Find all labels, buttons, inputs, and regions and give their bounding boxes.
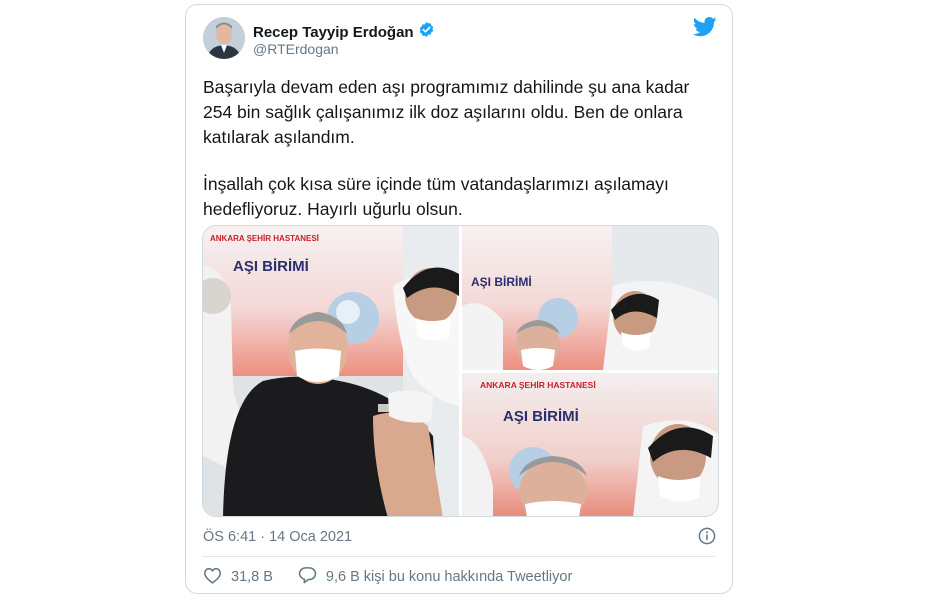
photo-3-sign-title: AŞI BİRİMİ (503, 408, 579, 425)
author-handle[interactable]: @RTErdogan (253, 41, 339, 57)
reply-text: 9,6 B kişi bu konu hakkında Tweetliyor (325, 569, 573, 585)
tweet-actions: 31,8 B 9,6 B kişi bu konu hakkında Tweet… (203, 566, 572, 588)
photo-1[interactable]: ANKARA ŞEHİR HASTANESİ AŞI BİRİMİ (203, 226, 459, 517)
photo-3-hospital-name: ANKARA ŞEHİR HASTANESİ (480, 380, 596, 390)
photo-3[interactable]: ANKARA ŞEHİR HASTANESİ AŞI BİRİMİ (462, 373, 719, 517)
divider (203, 556, 715, 557)
info-icon[interactable] (698, 527, 716, 550)
twitter-bird-icon[interactable] (692, 17, 717, 42)
photo-1-sign-title: AŞI BİRİMİ (233, 258, 309, 275)
photo-2-sign-title: AŞI BİRİMİ (471, 274, 532, 289)
photo-1-hospital-name: ANKARA ŞEHİR HASTANESİ (210, 234, 319, 243)
reply-bubble-icon (298, 566, 317, 588)
verified-badge-icon (418, 21, 435, 43)
photo-2[interactable]: AŞI BİRİMİ (462, 226, 719, 370)
tweet-text: Başarıyla devam eden aşı programımız dah… (203, 75, 723, 222)
like-button[interactable]: 31,8 B (203, 567, 273, 588)
tweet-card[interactable]: Recep Tayyip Erdoğan @RTErdogan Başarıyl… (185, 4, 733, 594)
reply-button[interactable]: 9,6 B kişi bu konu hakkında Tweetliyor (298, 566, 572, 588)
tweet-timestamp[interactable]: ÖS 6:41 · 14 Oca 2021 (203, 529, 352, 545)
tweet-media-grid[interactable]: ANKARA ŞEHİR HASTANESİ AŞI BİRİMİ AŞI Bİ… (202, 225, 719, 517)
tweet-paragraph: Başarıyla devam eden aşı programımız dah… (203, 77, 690, 147)
heart-icon (203, 567, 222, 588)
like-count: 31,8 B (231, 569, 273, 585)
author-name[interactable]: Recep Tayyip Erdoğan (253, 24, 414, 41)
tweet-paragraph: İnşallah çok kısa süre içinde tüm vatand… (203, 174, 669, 219)
avatar[interactable] (203, 17, 245, 59)
